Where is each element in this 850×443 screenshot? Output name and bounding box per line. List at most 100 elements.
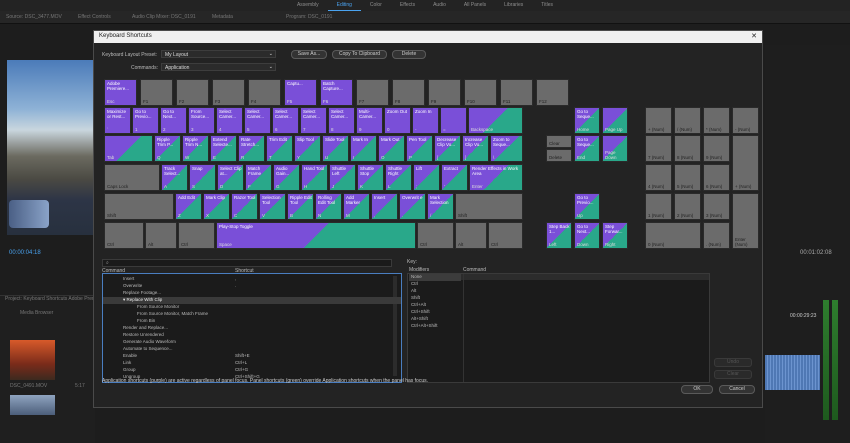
key-f[interactable]: Match Frame F <box>245 164 272 191</box>
key-backspace[interactable]: Backspace <box>468 107 523 134</box>
key-delete[interactable]: Delete <box>546 149 572 162</box>
key-f10[interactable]: F10 <box>464 79 497 106</box>
key-[interactable]: = <box>440 107 467 134</box>
key-t[interactable]: Trim Edit T <box>266 135 293 162</box>
cancel-button[interactable]: Cancel <box>719 385 755 394</box>
modifier-row[interactable]: Ctrl+Alt+Shift <box>409 323 461 330</box>
key-0[interactable]: Zoom Out 0 <box>384 107 411 134</box>
key-clear[interactable]: Clear <box>546 135 572 148</box>
key-page-up[interactable]: Page Up <box>602 107 628 134</box>
key-d[interactable]: Select Clip at... D <box>217 164 244 191</box>
key-u[interactable]: Slide Tool U <box>322 135 349 162</box>
save-as-button[interactable]: Save As... <box>291 50 327 59</box>
key-shift[interactable]: Shift <box>455 193 523 220</box>
workspace-tab[interactable]: All Panels <box>455 0 495 11</box>
key-8-num[interactable]: 8 (Num) <box>674 135 701 162</box>
clip-thumbnail[interactable] <box>10 395 55 415</box>
key-6-num[interactable]: 6 (Num) <box>703 164 730 191</box>
key-alt[interactable]: Alt <box>455 222 487 249</box>
key-f11[interactable]: F11 <box>500 79 533 106</box>
workspace-tab[interactable]: Libraries <box>495 0 532 11</box>
command-row[interactable]: Link Ctrl+L <box>103 360 401 367</box>
key-2-num[interactable]: 2 (Num) <box>674 193 701 220</box>
command-row[interactable]: Overwrite. <box>103 283 401 290</box>
key-3[interactable]: From Source... 3 <box>188 107 215 134</box>
key-b[interactable]: Ripple Edit Tool B <box>287 193 314 220</box>
modifier-row[interactable]: Alt+Shift <box>409 316 461 323</box>
key-m[interactable]: Add Marker M <box>343 193 370 220</box>
modifier-row[interactable]: Ctrl+Shift <box>409 309 461 316</box>
command-row[interactable]: From Source Monitor, Match Frame <box>103 311 401 318</box>
key-alt[interactable]: Alt <box>145 222 177 249</box>
key-y[interactable]: Slip Tool Y <box>294 135 321 162</box>
key-f3[interactable]: F3 <box>212 79 245 106</box>
key-4-num[interactable]: 4 (Num) <box>645 164 672 191</box>
key-[interactable]: Insert, <box>371 193 398 220</box>
key-1[interactable]: Go to Previo... 1 <box>132 107 159 134</box>
key-[interactable]: Overwrit e. <box>399 193 426 220</box>
command-row[interactable]: Restore Unrendered <box>103 332 401 339</box>
key-f12[interactable]: F12 <box>536 79 569 106</box>
key-6[interactable]: Select Camer... 6 <box>272 107 299 134</box>
key-f1[interactable]: F1 <box>140 79 173 106</box>
undo-button[interactable]: Undo <box>714 358 752 367</box>
key-left[interactable]: Step Back 1... Left <box>546 222 572 249</box>
key-2[interactable]: Go to Next... 2 <box>160 107 187 134</box>
key-right[interactable]: Step Forwar... Right <box>602 222 628 249</box>
key-num[interactable]: + (Num) <box>732 135 759 191</box>
key-ctrl[interactable]: Ctrl <box>178 222 215 249</box>
key-caps-lock[interactable]: Caps Lock <box>104 164 160 191</box>
audio-clip-mixer-tab[interactable]: Audio Clip Mixer: DSC_0191 <box>132 14 196 20</box>
key-s[interactable]: Snap S <box>189 164 216 191</box>
key-8[interactable]: Select Camer... 8 <box>328 107 355 134</box>
key-ctrl[interactable]: Ctrl <box>417 222 454 249</box>
command-row[interactable]: ▾ Replace With Clip <box>103 297 401 304</box>
key-enter-num[interactable]: Enter (Num) <box>732 193 759 249</box>
key-[interactable]: Lift; <box>413 164 440 191</box>
project-tab[interactable]: Project: Keyboard Shortcuts Adobe Premi.… <box>5 296 101 302</box>
clip-thumbnail[interactable] <box>10 340 55 380</box>
key-[interactable]: Mark Selection / <box>427 193 454 220</box>
key-e[interactable]: Extend Selecte... E <box>210 135 237 162</box>
key-9[interactable]: Multi-Camer... 9 <box>356 107 383 134</box>
key-esc[interactable]: Adobe Premiere... Esc <box>104 79 137 106</box>
key-end[interactable]: Go to Seque... End <box>574 135 600 162</box>
key-f7[interactable]: F7 <box>356 79 389 106</box>
ok-button[interactable]: OK <box>681 385 713 394</box>
media-browser-tab[interactable]: Media Browser <box>20 310 53 316</box>
workspace-tab[interactable]: Titles <box>532 0 562 11</box>
key-num[interactable]: + (Num) <box>645 107 672 134</box>
key-v[interactable]: Selection Tool V <box>259 193 286 220</box>
source-monitor-tab[interactable]: Source: DSC_3477.MOV <box>6 14 62 20</box>
key-q[interactable]: Ripple Trim P... Q <box>154 135 181 162</box>
key-[interactable]: Extract ' <box>441 164 468 191</box>
key-o[interactable]: Mark Out O <box>378 135 405 162</box>
key-f4[interactable]: F4 <box>248 79 281 106</box>
key-0-num[interactable]: 0 (Num) <box>645 222 701 249</box>
key-[interactable]: Decrease Clip Vo... [ <box>434 135 461 162</box>
key-w[interactable]: Ripple Trim N... W <box>182 135 209 162</box>
key-h[interactable]: Hand Tool H <box>301 164 328 191</box>
key-f9[interactable]: F9 <box>428 79 461 106</box>
key-page-down[interactable]: Page Down <box>602 135 628 162</box>
command-row[interactable]: Automate to Sequence... <box>103 346 401 353</box>
key-p[interactable]: Pen Tool P <box>406 135 433 162</box>
command-row[interactable]: Generate Audio Waveform <box>103 339 401 346</box>
layout-preset-select[interactable]: My Layout ⌄ <box>161 50 276 58</box>
modifier-row[interactable]: Ctrl+Alt <box>409 302 461 309</box>
key-home[interactable]: Go to Seque... Home <box>574 107 600 134</box>
delete-button[interactable]: Delete <box>392 50 426 59</box>
key-j[interactable]: Shuttle Left J <box>329 164 356 191</box>
key-shift[interactable]: Shift <box>104 193 174 220</box>
command-row[interactable]: Replace Footage... <box>103 290 401 297</box>
key-9-num[interactable]: 9 (Num) <box>703 135 730 162</box>
key-r[interactable]: Rate Stretch... R <box>238 135 265 162</box>
workspace-tab[interactable]: Effects <box>391 0 424 11</box>
key-tab[interactable]: Tab <box>104 135 153 162</box>
key-z[interactable]: Add Edit Z <box>175 193 202 220</box>
key-f5[interactable]: Captu... F5 <box>284 79 317 106</box>
key-num[interactable]: / (Num) <box>674 107 701 134</box>
search-input[interactable]: ⌕ <box>102 259 392 267</box>
key-l[interactable]: Shuttle Right L <box>385 164 412 191</box>
workspace-tab[interactable]: Color <box>361 0 391 11</box>
